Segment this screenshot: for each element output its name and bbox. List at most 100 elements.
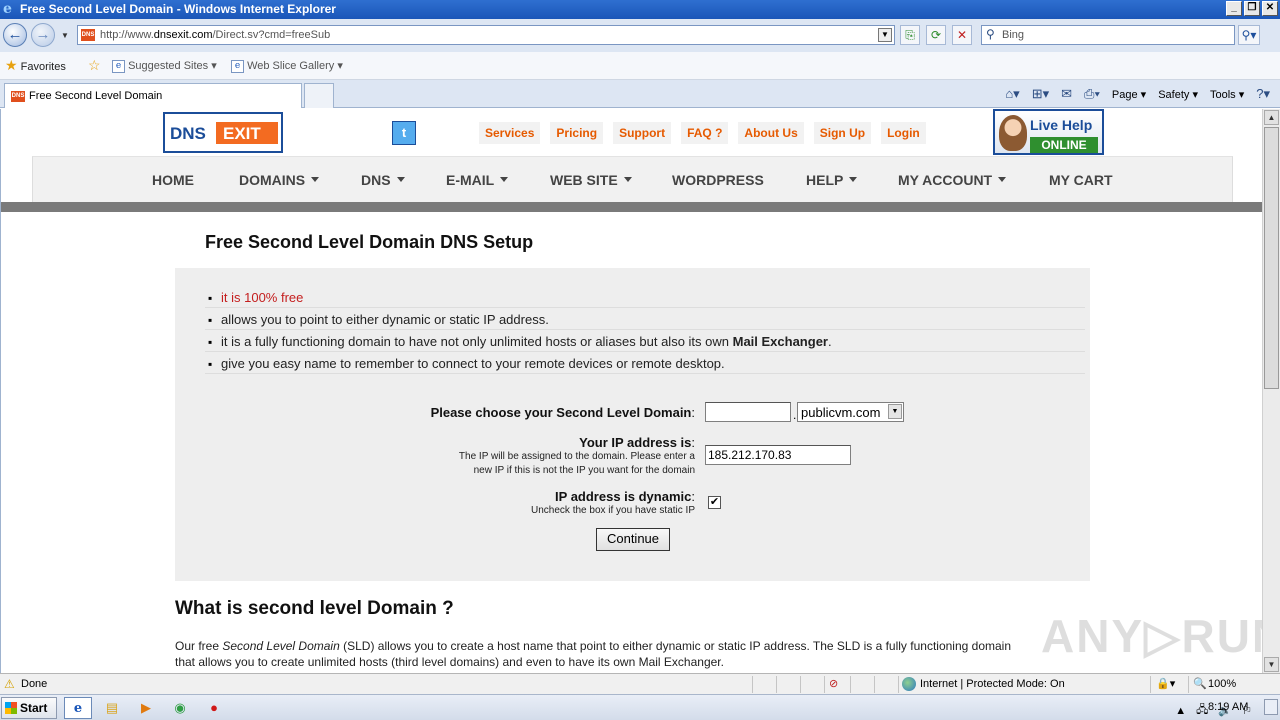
taskbar-antivirus-icon[interactable]: ●: [200, 697, 228, 719]
close-window-button[interactable]: ✕: [1262, 1, 1278, 16]
nav-domains[interactable]: DOMAINS: [239, 172, 320, 188]
nav-my-account[interactable]: MY ACCOUNT: [898, 172, 1007, 188]
show-desktop-button[interactable]: [1264, 699, 1278, 715]
start-button[interactable]: Start: [1, 697, 57, 719]
link-services[interactable]: Services: [479, 122, 541, 144]
taskbar-explorer-icon[interactable]: ▤: [98, 697, 126, 719]
stop-icon: ✕: [956, 28, 968, 42]
link-pricing[interactable]: Pricing: [550, 122, 604, 144]
stop-button[interactable]: ✕: [952, 25, 972, 45]
taskbar-chrome-icon[interactable]: ◉: [166, 697, 194, 719]
sld-label: Please choose your Second Level Domain:: [430, 405, 695, 420]
feature-text: allows you to point to either dynamic or…: [221, 312, 549, 327]
scroll-up-icon[interactable]: ▲: [1264, 110, 1279, 125]
nav-domains-label: DOMAINS: [239, 172, 306, 188]
vertical-scrollbar[interactable]: ▲ ▼: [1262, 109, 1280, 673]
new-tab-button[interactable]: [304, 83, 334, 108]
add-favorite-icon: ☆: [88, 57, 101, 73]
zoom-icon[interactable]: 🔍: [1193, 677, 1207, 690]
url-dropdown-icon[interactable]: ▼: [878, 28, 892, 42]
favorites-button[interactable]: ★ Favorites: [5, 57, 66, 74]
feature-list: ▪ it is 100% free ▪ allows you to point …: [205, 286, 1085, 374]
section-heading: What is second level Domain ?: [175, 598, 454, 619]
nav-my-cart[interactable]: MY CART: [1049, 172, 1113, 188]
print-icon[interactable]: ⎙▾: [1084, 86, 1100, 102]
status-divider: [800, 676, 801, 693]
continue-button[interactable]: Continue: [596, 528, 670, 551]
sld-name-input[interactable]: [705, 402, 791, 422]
system-clock[interactable]: 8:19 AM: [1208, 701, 1248, 713]
compatibility-view-button[interactable]: ⎘: [900, 25, 920, 45]
link-about-us[interactable]: About Us: [738, 122, 804, 144]
chevron-down-icon: ▼: [888, 404, 902, 419]
feeds-icon[interactable]: ⊞▾: [1032, 86, 1049, 102]
warning-icon: ⚠: [4, 677, 15, 691]
dynamic-ip-checkbox[interactable]: ✔: [708, 496, 721, 509]
logo-text-exit: EXIT: [223, 124, 261, 143]
bullet-icon: ▪: [208, 313, 213, 327]
link-faq[interactable]: FAQ ?: [681, 122, 729, 144]
zoom-level[interactable]: 100%: [1208, 678, 1236, 690]
web-slice-gallery-button[interactable]: e Web Slice Gallery ▾: [231, 59, 343, 73]
safety-menu[interactable]: Safety ▾: [1158, 88, 1198, 101]
search-input[interactable]: ⚲ Bing: [981, 25, 1235, 45]
recent-pages-dropdown-icon[interactable]: ▼: [61, 31, 69, 40]
window-titlebar: e Free Second Level Domain - Windows Int…: [0, 0, 1280, 19]
nav-dns[interactable]: DNS: [361, 172, 405, 188]
twitter-icon[interactable]: t: [392, 121, 416, 145]
help-icon[interactable]: ?▾: [1256, 86, 1270, 102]
taskbar-ie-icon[interactable]: e: [64, 697, 92, 719]
read-mail-icon[interactable]: ✉: [1061, 86, 1072, 102]
domain-select[interactable]: publicvm.com ▼: [797, 402, 904, 422]
nav-account-label: MY ACCOUNT: [898, 172, 993, 188]
nav-home[interactable]: HOME: [152, 172, 194, 188]
bullet-icon: ▪: [208, 357, 213, 371]
nav-wordpress[interactable]: WORDPRESS: [672, 172, 764, 188]
tools-menu[interactable]: Tools ▾: [1210, 88, 1244, 101]
status-divider: [898, 676, 899, 693]
scroll-thumb[interactable]: [1264, 127, 1279, 389]
logo-text-dns: DNS: [170, 124, 206, 143]
restore-button[interactable]: ❐: [1244, 1, 1260, 16]
logo-exit-box: EXIT: [216, 122, 278, 144]
popup-blocker-icon[interactable]: ⊘: [829, 677, 838, 690]
add-to-favorites-bar-button[interactable]: ☆: [88, 57, 101, 74]
link-support[interactable]: Support: [613, 122, 672, 144]
suggested-sites-button[interactable]: e Suggested Sites ▾: [112, 59, 217, 73]
status-divider: [752, 676, 753, 693]
tab-favicon-icon: DNS: [11, 91, 25, 102]
bullet-icon: ▪: [208, 335, 213, 349]
support-agent-icon: [999, 115, 1027, 151]
chevron-down-icon: [396, 177, 405, 182]
back-arrow-icon: ←: [7, 26, 23, 43]
status-bar: ⚠ Done ⊘ Internet | Protected Mode: On 🔒…: [0, 673, 1280, 694]
nav-help[interactable]: HELP: [806, 172, 858, 188]
chevron-down-icon: [311, 177, 320, 182]
windows-taskbar: Start e ▤ ▶ ◉ ● ▲ 🖧 🔈 ⚐ 8:19 AM: [0, 694, 1280, 720]
tab-active[interactable]: DNS Free Second Level Domain: [4, 83, 302, 108]
search-button[interactable]: ⚲▾: [1238, 25, 1260, 45]
nav-cart-label: MY CART: [1049, 172, 1113, 188]
nav-website[interactable]: WEB SITE: [550, 172, 632, 188]
protected-mode-icon[interactable]: 🔒▾: [1156, 677, 1175, 690]
page-menu[interactable]: Page ▾: [1112, 88, 1146, 101]
network-icon[interactable]: 🖧: [1196, 701, 1208, 720]
scroll-down-icon[interactable]: ▼: [1264, 657, 1279, 672]
link-login[interactable]: Login: [881, 122, 926, 144]
show-hidden-icons-icon[interactable]: ▲: [1175, 705, 1186, 717]
nav-email[interactable]: E-MAIL: [446, 172, 509, 188]
nav-website-label: WEB SITE: [550, 172, 618, 188]
dynamic-ip-label: IP address is dynamic:: [555, 489, 695, 504]
forward-button[interactable]: →: [31, 23, 55, 47]
refresh-button[interactable]: ⟳: [926, 25, 946, 45]
home-icon[interactable]: ⌂▾: [1005, 86, 1019, 102]
forward-arrow-icon: →: [35, 26, 51, 43]
link-sign-up[interactable]: Sign Up: [813, 122, 872, 144]
url-field[interactable]: DNS http://www.dnsexit.com/Direct.sv?cmd…: [77, 25, 895, 45]
ip-address-input[interactable]: [705, 445, 851, 465]
back-button[interactable]: ←: [3, 23, 27, 47]
dnsexit-logo[interactable]: DNS EXIT: [163, 112, 283, 153]
minimize-button[interactable]: _: [1226, 1, 1242, 16]
live-help-banner[interactable]: Live Help ONLINE: [993, 109, 1104, 155]
taskbar-media-player-icon[interactable]: ▶: [132, 697, 160, 719]
